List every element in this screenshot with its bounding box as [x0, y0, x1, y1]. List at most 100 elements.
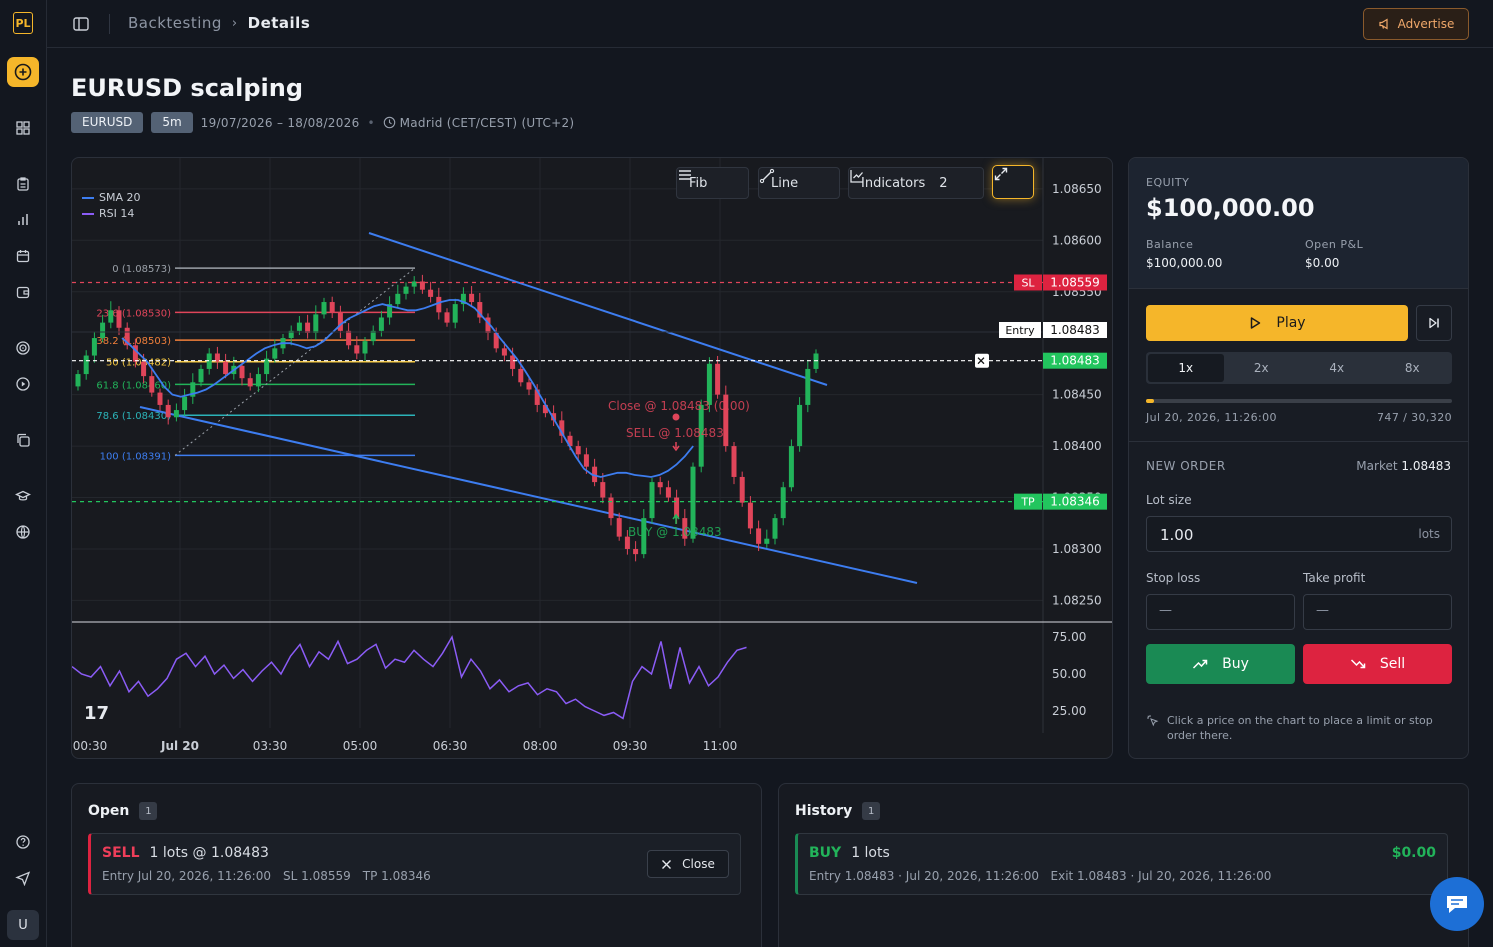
entry-price: 1.08483 — [1050, 323, 1100, 337]
open-pnl-value: $0.00 — [1305, 256, 1340, 270]
y-tick-label: 1.08300 — [1052, 542, 1102, 556]
candle-body — [329, 302, 335, 313]
chart-panel[interactable]: 1.08650 1.08600 1.08550 1.08450 1.08400 1.083… — [71, 157, 1113, 759]
rail-feedback[interactable] — [11, 866, 35, 890]
speed-2x[interactable]: 2x — [1224, 354, 1300, 382]
user-avatar[interactable]: U — [7, 910, 39, 940]
sell-button[interactable]: Sell — [1303, 644, 1452, 684]
candle-body — [239, 365, 245, 379]
sell-arrow-icon — [672, 442, 680, 452]
sma-line — [121, 299, 694, 478]
entry-tag-label: Entry — [1005, 324, 1035, 337]
close-label: Close — [682, 857, 715, 871]
candle-body — [165, 404, 171, 418]
take-profit-input[interactable]: — — [1303, 594, 1452, 630]
cursor-click-icon — [1147, 715, 1159, 727]
top-bar: Backtesting › Details Advertise — [47, 0, 1493, 48]
speed-8x[interactable]: 8x — [1375, 354, 1451, 382]
candle-body — [772, 518, 778, 539]
plus-circle-icon — [14, 63, 32, 81]
rail-academy[interactable] — [11, 484, 35, 508]
candle-body — [633, 548, 639, 555]
sl-tag-label: SL — [1021, 276, 1035, 289]
skip-forward-icon — [1429, 317, 1439, 329]
date-range: 19/07/2026 – 18/08/2026 — [200, 115, 360, 130]
candle-body — [788, 446, 794, 488]
rail-wallet[interactable] — [11, 280, 35, 304]
open-position-card: SELL 1 lots @ 1.08483 Entry Jul 20, 2026… — [88, 833, 741, 895]
progress-info: Jul 20, 2026, 11:26:00 747 / 30,320 — [1146, 411, 1452, 424]
candle-body — [354, 345, 360, 354]
position-entry: Entry Jul 20, 2026, 11:26:00 — [102, 869, 271, 883]
equity-value: $100,000.00 — [1146, 194, 1315, 222]
trade-panel: EQUITY $100,000.00 Balance $100,000.00 O… — [1128, 157, 1469, 759]
candle-body — [403, 286, 409, 294]
candle-body — [223, 361, 229, 375]
line-tool-button[interactable]: Line — [758, 167, 840, 199]
rail-calendar[interactable] — [11, 244, 35, 268]
rail-journal[interactable] — [11, 172, 35, 196]
x-tick-label: 03:30 — [253, 739, 288, 753]
fullscreen-button[interactable] — [992, 165, 1034, 199]
line-chart-icon — [850, 170, 863, 183]
bar-chart-icon — [18, 214, 28, 225]
position-tp: TP 1.08346 — [362, 869, 431, 883]
buy-button[interactable]: Buy — [1146, 644, 1295, 684]
candle-body — [296, 322, 302, 331]
speed-1x[interactable]: 1x — [1148, 354, 1224, 382]
trade-details: Entry 1.08483 · Jul 20, 2026, 11:26:00 E… — [809, 869, 1272, 883]
advertise-button[interactable]: Advertise — [1363, 8, 1469, 40]
play-button[interactable]: Play — [1146, 305, 1408, 341]
y-tick-label: 1.08250 — [1052, 593, 1102, 607]
app-logo[interactable]: PL — [13, 12, 33, 34]
speed-selector: 1x 2x 4x 8x — [1146, 352, 1452, 384]
rail-dashboard[interactable] — [11, 116, 35, 140]
menu-lines-icon — [679, 170, 691, 180]
breadcrumb-backtesting[interactable]: Backtesting — [128, 14, 222, 32]
meta-separator: • — [367, 115, 375, 130]
trending-up-icon — [1193, 659, 1208, 669]
candle-body — [731, 446, 737, 477]
candle-body — [526, 382, 532, 390]
rail-copy[interactable] — [11, 428, 35, 452]
close-icon — [662, 859, 672, 869]
sidebar-toggle-button[interactable] — [71, 14, 91, 34]
candle-body — [797, 404, 803, 447]
expand-icon — [994, 167, 1008, 181]
rail-help[interactable] — [11, 830, 35, 854]
replay-progress[interactable] — [1146, 399, 1452, 403]
stop-loss-placeholder: — — [1159, 603, 1172, 618]
rail-goals[interactable] — [11, 336, 35, 360]
trending-down-icon — [1350, 659, 1366, 669]
stop-loss-input[interactable]: — — [1146, 594, 1295, 630]
globe-icon — [16, 525, 30, 539]
open-positions-title: Open — [88, 803, 130, 819]
sell-label: Sell — [1379, 656, 1406, 672]
candle-body — [436, 296, 442, 313]
candle-body — [346, 330, 352, 346]
step-forward-button[interactable] — [1416, 305, 1452, 341]
lot-size-input[interactable]: 1.00 lots — [1146, 516, 1452, 552]
candle-body — [305, 322, 311, 333]
fib-tool-button[interactable]: Fib — [676, 167, 749, 199]
candle-body — [805, 368, 811, 405]
rail-replay[interactable] — [11, 372, 35, 396]
close-position-button[interactable]: Close — [647, 850, 729, 878]
play-icon — [1251, 317, 1261, 329]
legend-item-sma[interactable]: SMA 20 — [82, 190, 141, 206]
trade-pnl: $0.00 — [1391, 845, 1436, 861]
close-marker-label: Close @ 1.08483 (0.00) — [608, 399, 750, 413]
indicators-button[interactable]: Indicators 2 — [848, 167, 984, 199]
legend-item-rsi[interactable]: RSI 14 — [82, 206, 141, 222]
price-chart[interactable]: 1.086501.086001.085501.084501.084001.083… — [72, 158, 1113, 759]
speed-4x[interactable]: 4x — [1299, 354, 1375, 382]
divider — [109, 14, 110, 34]
rail-analytics[interactable] — [11, 208, 35, 232]
rail-community[interactable] — [11, 520, 35, 544]
position-sl: SL 1.08559 — [283, 869, 351, 883]
order-hint: Click a price on the chart to place a li… — [1146, 713, 1456, 743]
chat-support-button[interactable] — [1430, 877, 1484, 931]
new-backtest-button[interactable] — [7, 57, 39, 87]
candle-body — [272, 348, 278, 359]
timezone: Madrid (CET/CEST) (UTC+2) — [399, 115, 575, 130]
